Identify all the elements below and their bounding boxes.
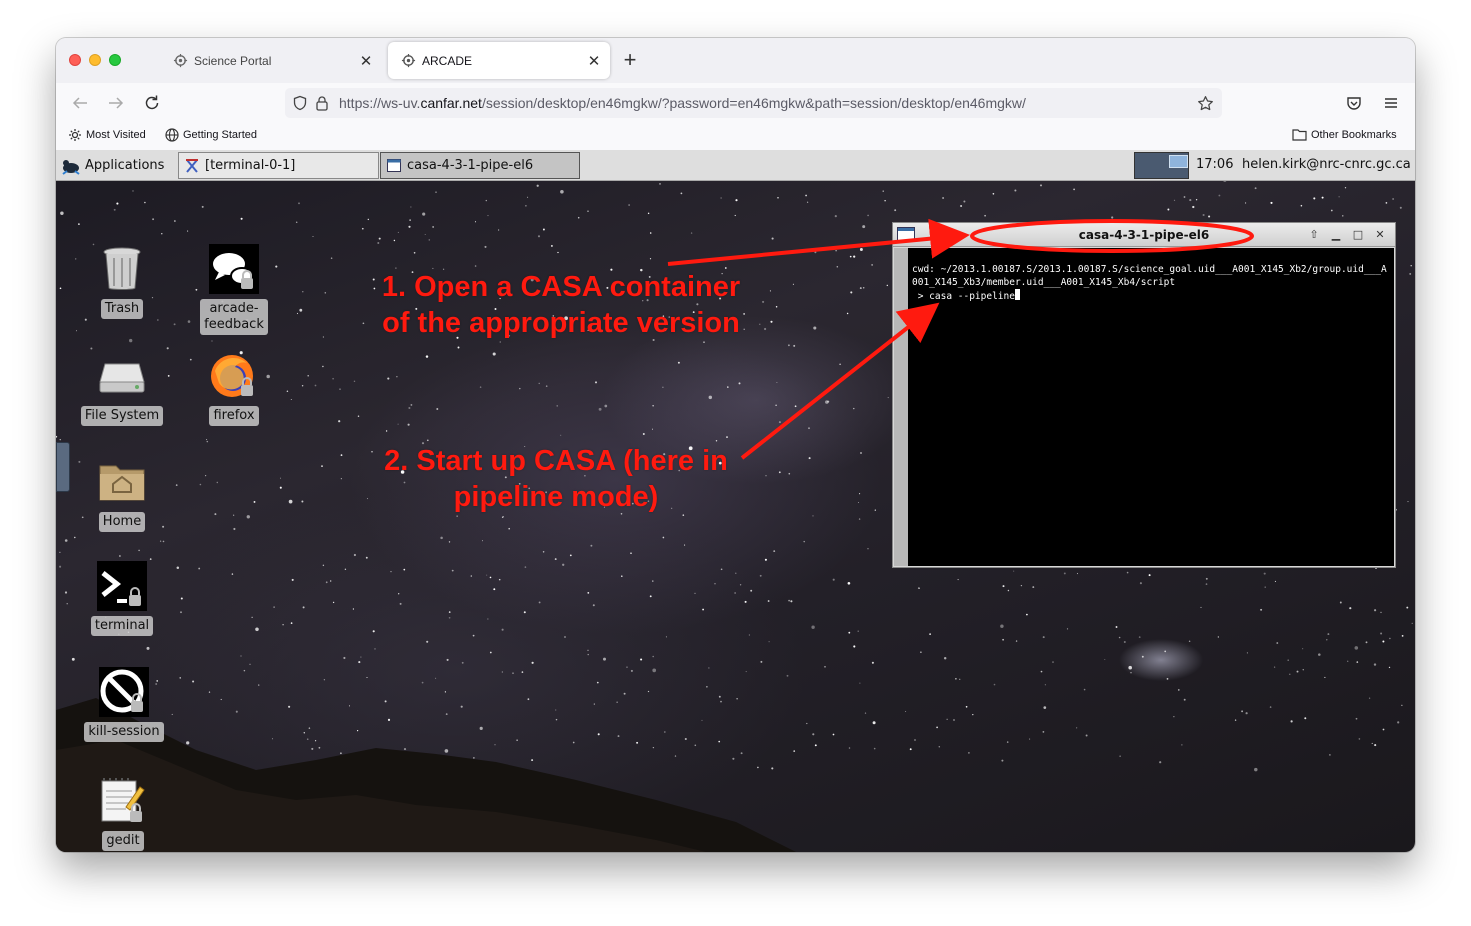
terminal-titlebar[interactable]: casa-4-3-1-pipe-el6 ⇧ ▁ □ ✕ — [893, 223, 1395, 247]
pager-window-thumbnail — [1169, 155, 1188, 168]
site-favicon-icon — [172, 53, 188, 69]
bookmark-most-visited[interactable]: Most Visited — [68, 128, 146, 142]
icon-label: kill-session — [84, 722, 164, 742]
terminal-command-line: > casa --pipeline — [912, 291, 1015, 302]
lock-icon[interactable] — [311, 92, 333, 114]
app-menu-button[interactable] — [1379, 91, 1403, 115]
bookmark-star-icon[interactable] — [1194, 92, 1216, 114]
minimize-window-icon[interactable]: ▁ — [1327, 227, 1345, 243]
close-tab-icon[interactable]: ✕ — [356, 51, 376, 71]
firefox-logo-icon — [208, 350, 260, 402]
terminal-body[interactable]: cwd: ~/2013.1.00187.S/2013.1.00187.S/sci… — [894, 248, 1394, 566]
workspace-pager[interactable] — [1134, 152, 1189, 179]
taskbar-casa-window[interactable]: casa-4-3-1-pipe-el6 — [380, 152, 580, 179]
url-domain: canfar.net — [420, 95, 482, 111]
back-arrow-icon — [72, 97, 87, 109]
task-label: casa-4-3-1-pipe-el6 — [407, 158, 534, 173]
bookmark-label: Other Bookmarks — [1311, 128, 1397, 141]
trash-icon — [96, 243, 148, 295]
reload-icon — [145, 95, 159, 110]
task-label: [terminal-0-1] — [205, 158, 296, 173]
tracking-protection-shield-icon[interactable] — [289, 92, 311, 114]
terminal-cwd-line: cwd: ~/2013.1.00187.S/2013.1.00187.S/sci… — [912, 264, 1387, 288]
gear-icon — [69, 129, 81, 141]
bookmark-label: Most Visited — [86, 129, 146, 141]
desktop-icon-gedit[interactable]: gedit — [78, 775, 168, 851]
url-text[interactable]: https://ws-uv.canfar.net/session/desktop… — [339, 95, 1194, 111]
bookmarks-toolbar: Most Visited Getting Started Other Bookm… — [56, 123, 1415, 150]
zoom-window-button[interactable] — [109, 54, 121, 66]
pocket-button[interactable] — [1342, 91, 1366, 115]
desktop-icon-file-system[interactable]: File System — [77, 350, 167, 426]
tab-science-portal[interactable]: Science Portal ✕ — [160, 42, 382, 79]
icon-label: terminal — [90, 616, 154, 636]
icon-label: File System — [80, 406, 164, 426]
panel-clock[interactable]: 17:06 — [1196, 157, 1233, 172]
url-path: /session/desktop/en46mgkw/?password=en46… — [481, 95, 1026, 111]
casa-terminal-window[interactable]: casa-4-3-1-pipe-el6 ⇧ ▁ □ ✕ cwd: ~/2013.… — [892, 222, 1396, 568]
hamburger-menu-icon — [1385, 98, 1397, 108]
desktop-icon-terminal[interactable]: terminal — [77, 560, 167, 636]
xterm-icon — [186, 158, 198, 173]
folder-icon — [1292, 129, 1307, 141]
desktop-icon-trash[interactable]: Trash — [77, 243, 167, 319]
close-window-button[interactable] — [69, 54, 81, 66]
hard-drive-icon — [96, 350, 148, 402]
forward-arrow-icon — [109, 97, 124, 109]
icon-label: gedit — [102, 831, 144, 851]
globe-icon — [165, 128, 179, 142]
reload-button[interactable] — [140, 91, 164, 115]
maximize-window-icon[interactable]: □ — [1349, 227, 1367, 243]
terminal-output[interactable]: cwd: ~/2013.1.00187.S/2013.1.00187.S/sci… — [912, 263, 1392, 303]
remote-desktop[interactable]: Applications [terminal-0-1] casa-4-3-1-p… — [56, 150, 1415, 852]
stop-sign-icon — [98, 666, 150, 718]
panel-username: helen.kirk@nrc-cnrc.gc.ca — [1242, 157, 1411, 172]
terminal-icon — [96, 560, 148, 612]
other-bookmarks[interactable]: Other Bookmarks — [1292, 128, 1397, 141]
desktop-icon-arcade-feedback[interactable]: arcade- feedback — [189, 243, 279, 335]
taskbar-terminal-0-1[interactable]: [terminal-0-1] — [178, 152, 379, 179]
desktop-panel: Applications [terminal-0-1] casa-4-3-1-p… — [56, 150, 1415, 181]
navigation-bar: https://ws-uv.canfar.net/session/desktop… — [56, 83, 1415, 123]
url-bar[interactable]: https://ws-uv.canfar.net/session/desktop… — [285, 88, 1222, 118]
icon-label: arcade- feedback — [200, 299, 268, 335]
forward-button[interactable] — [104, 91, 128, 115]
tab-arcade[interactable]: ARCADE ✕ — [388, 42, 610, 79]
text-editor-icon — [97, 775, 149, 827]
close-window-icon[interactable]: ✕ — [1371, 227, 1389, 243]
icon-label: firefox — [209, 406, 259, 426]
xfce-mouse-icon — [62, 159, 80, 175]
tab-label: ARCADE — [422, 53, 473, 68]
bookmark-getting-started[interactable]: Getting Started — [165, 128, 257, 142]
chat-bubbles-icon — [208, 243, 260, 295]
shade-window-icon[interactable]: ⇧ — [1305, 227, 1323, 243]
site-favicon-icon — [400, 53, 416, 69]
icon-label: Trash — [100, 299, 144, 319]
url-prefix: https://ws-uv. — [339, 95, 421, 111]
desktop-icon-home[interactable]: Home — [77, 456, 167, 532]
text-cursor — [1014, 289, 1020, 300]
browser-window: Science Portal ✕ ARCADE ✕ + https://ws-u… — [56, 38, 1415, 852]
desktop-icon-firefox[interactable]: firefox — [189, 350, 279, 426]
side-panel-handle[interactable] — [56, 442, 70, 492]
window-icon — [387, 159, 401, 172]
pocket-icon — [1347, 97, 1361, 110]
terminal-scrollbar[interactable] — [894, 248, 908, 566]
new-tab-button[interactable]: + — [619, 49, 641, 72]
window-controls: ⇧ ▁ □ ✕ — [1305, 227, 1389, 243]
bookmark-label: Getting Started — [183, 129, 257, 141]
tab-label: Science Portal — [194, 53, 272, 68]
icon-label: Home — [98, 512, 146, 532]
annotation-step-2: 2. Start up CASA (here in pipeline mode) — [384, 445, 728, 513]
close-tab-icon[interactable]: ✕ — [584, 51, 604, 71]
annotation-step-1: 1. Open a CASA container of the appropri… — [381, 271, 741, 339]
minimize-window-button[interactable] — [89, 54, 101, 66]
desktop-icon-kill-session[interactable]: kill-session — [79, 666, 169, 742]
back-button[interactable] — [68, 91, 92, 115]
applications-label: Applications — [85, 158, 165, 173]
applications-menu[interactable]: Applications — [60, 153, 164, 178]
home-folder-icon — [96, 456, 148, 508]
tab-strip: Science Portal ✕ ARCADE ✕ + — [56, 38, 1415, 83]
